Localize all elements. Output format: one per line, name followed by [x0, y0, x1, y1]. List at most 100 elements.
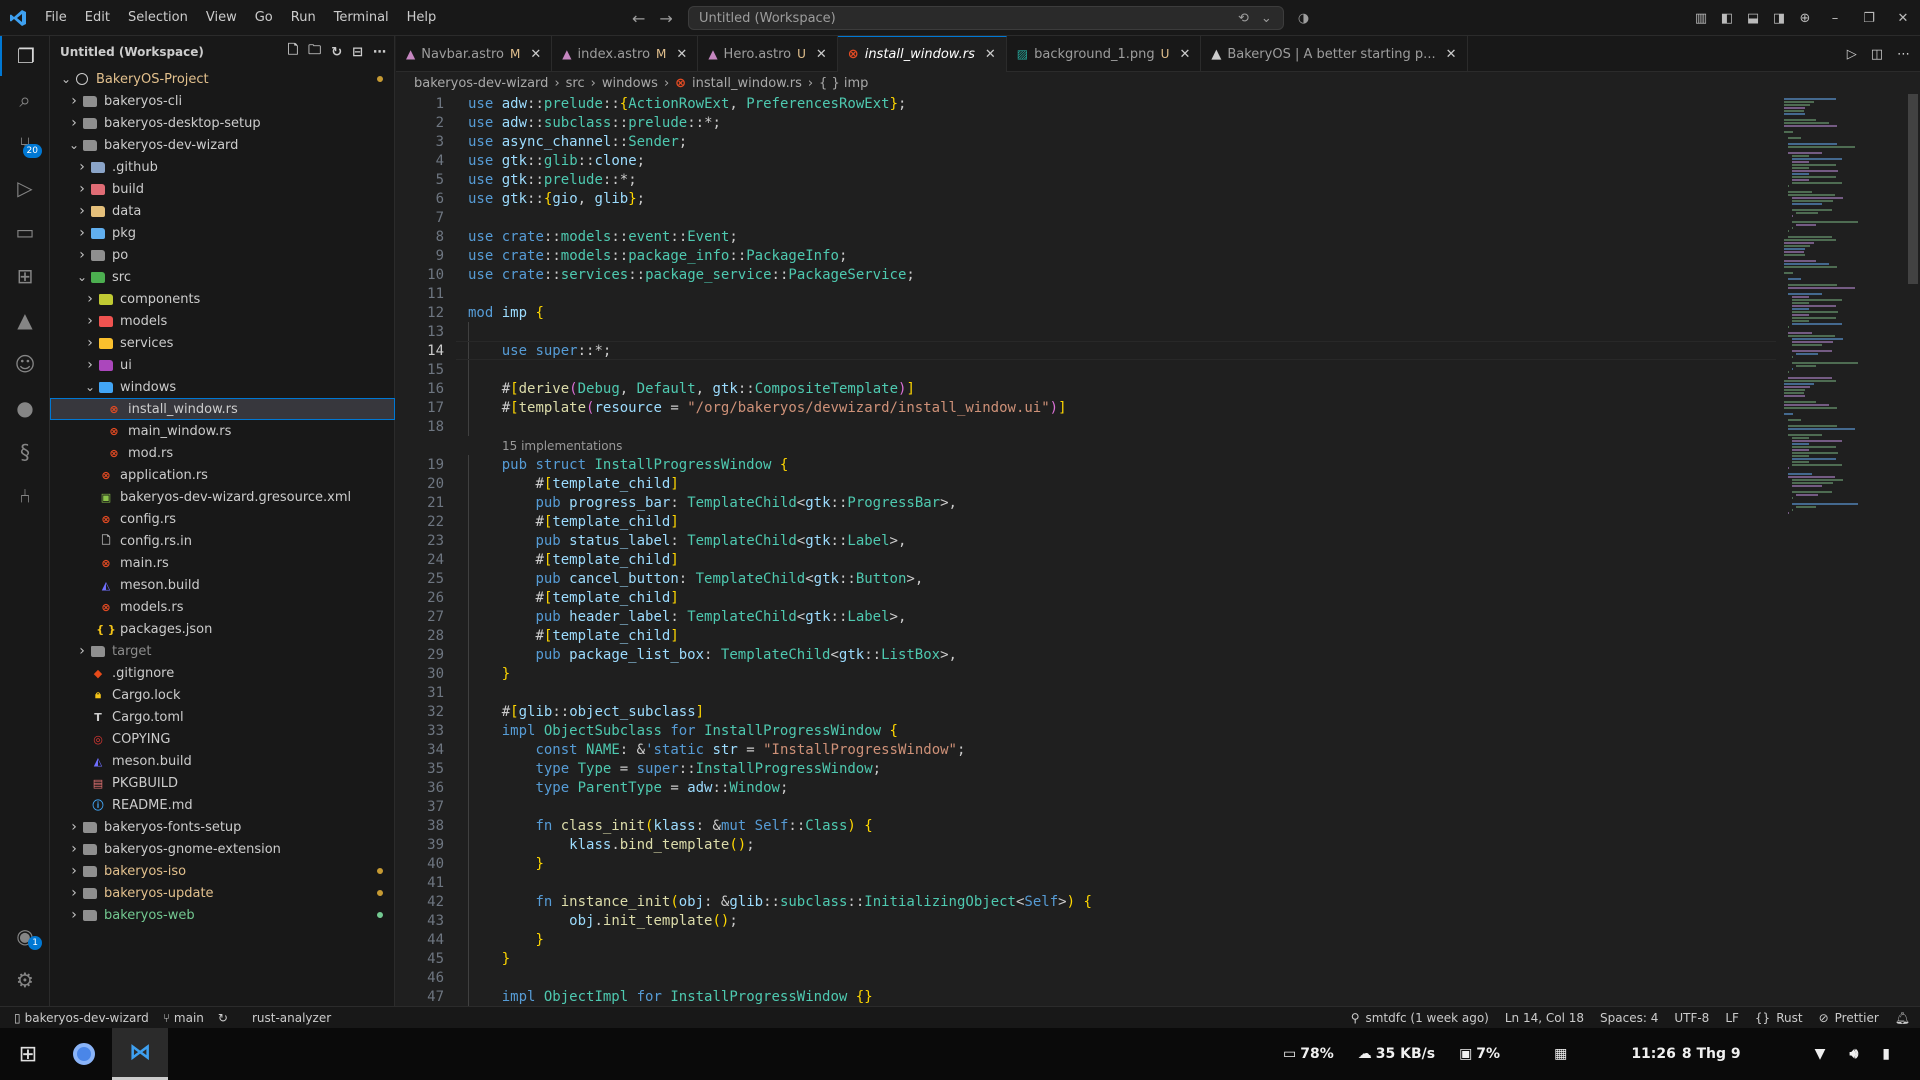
tree-item[interactable]: › bakeryos-fonts-setup [50, 816, 395, 838]
tree-item[interactable]: › bakeryos-gnome-extension [50, 838, 395, 860]
status-language-server[interactable]: rust-analyzer [252, 1011, 331, 1025]
tree-item[interactable]: › ui [50, 354, 395, 376]
close-window-icon[interactable]: ✕ [1886, 11, 1920, 26]
git-graph-icon[interactable]: ⑃ [0, 476, 50, 516]
tree-item[interactable]: 🔒︎ Cargo.lock [50, 684, 395, 706]
code-editor[interactable]: 1 use adw::prelude::{ActionRowExt, Prefer… [396, 94, 1776, 1006]
status-eol[interactable]: LF [1725, 1011, 1739, 1025]
code-line[interactable]: 9 use crate::models::package_info::Packag… [396, 246, 1776, 265]
more-actions-icon[interactable]: ⋯ [373, 45, 386, 60]
menu-edit[interactable]: Edit [76, 0, 119, 36]
tree-item[interactable]: ▣ bakeryos-dev-wizard.gresource.xml [50, 486, 395, 508]
breadcrumb-item[interactable]: { } imp [819, 76, 868, 91]
code-line[interactable]: 12 mod imp { [396, 303, 1776, 322]
close-icon[interactable]: ✕ [816, 47, 827, 62]
breadcrumb-item[interactable]: install_window.rs [692, 76, 802, 91]
menu-view[interactable]: View [197, 0, 246, 36]
tree-item[interactable]: ⌄ bakeryos-dev-wizard [50, 134, 395, 156]
editor-tab[interactable]: ▲ Hero.astro U ✕ [698, 36, 838, 72]
breadcrumb-item[interactable]: windows [602, 76, 658, 91]
code-line[interactable]: 24 #[template_child] [396, 550, 1776, 569]
code-line[interactable]: 20 #[template_child] [396, 474, 1776, 493]
code-line[interactable]: 46 [396, 968, 1776, 987]
code-line[interactable]: 44 } [396, 930, 1776, 949]
app-grid-icon[interactable]: ⊞ [0, 1028, 56, 1080]
code-line[interactable]: 32 #[glib::object_subclass] [396, 702, 1776, 721]
tree-item[interactable]: › components [50, 288, 395, 310]
status-git-blame[interactable]: smtdfc (1 week ago) [1365, 1011, 1488, 1025]
vscode-taskbar-icon[interactable]: ⋈ [112, 1028, 168, 1080]
tree-item[interactable]: T Cargo.toml [50, 706, 395, 728]
tree-item[interactable]: ▤ PKGBUILD [50, 772, 395, 794]
code-line[interactable]: 39 klass.bind_template(); [396, 835, 1776, 854]
maximize-icon[interactable]: ❐ [1852, 11, 1886, 26]
globe-icon[interactable]: ⊕ [1792, 11, 1818, 26]
code-line[interactable]: 10 use crate::services::package_service::… [396, 265, 1776, 284]
code-line[interactable]: 19 pub struct InstallProgressWindow { [396, 455, 1776, 474]
scrollbar-thumb[interactable] [1908, 94, 1918, 284]
tree-item[interactable]: › .github [50, 156, 395, 178]
code-line[interactable]: 34 const NAME: &'static str = "InstallPr… [396, 740, 1776, 759]
code-line[interactable]: 41 [396, 873, 1776, 892]
code-line[interactable]: 29 pub package_list_box: TemplateChild<g… [396, 645, 1776, 664]
search-icon[interactable]: ⌕ [0, 80, 50, 120]
code-line[interactable]: 35 type Type = super::InstallProgressWin… [396, 759, 1776, 778]
new-file-icon[interactable]: 🗋 [288, 41, 298, 63]
menu-help[interactable]: Help [398, 0, 446, 36]
tree-item[interactable]: › models [50, 310, 395, 332]
more-actions-icon[interactable]: ⋯ [1897, 47, 1910, 62]
tree-item[interactable]: ⌄ windows [50, 376, 395, 398]
python-icon[interactable]: § [0, 432, 50, 472]
forward-arrow-icon[interactable]: → [659, 9, 672, 28]
tree-item[interactable]: ⊗ main_window.rs [50, 420, 395, 442]
remote-icon[interactable]: ▯ [14, 1011, 21, 1025]
tree-item[interactable]: ⊗ mod.rs [50, 442, 395, 464]
source-control-icon[interactable]: ⑂ 20 [0, 124, 50, 164]
toggle-panel-icon[interactable]: ⬓ [1740, 11, 1766, 26]
volume-icon[interactable]: 🔊︎ [1849, 1046, 1858, 1062]
close-icon[interactable]: ✕ [530, 47, 541, 62]
tree-item[interactable]: ◭ meson.build [50, 574, 395, 596]
tree-item[interactable]: › bakeryos-update [50, 882, 395, 904]
status-branch[interactable]: main [174, 1011, 204, 1025]
power-icon[interactable]: ▮ [1882, 1046, 1890, 1062]
toggle-secondary-sidebar-icon[interactable]: ◨ [1766, 11, 1792, 26]
tree-item[interactable]: › bakeryos-iso [50, 860, 395, 882]
code-line[interactable]: 26 #[template_child] [396, 588, 1776, 607]
editor-tab[interactable]: ▲ Navbar.astro M ✕ [396, 36, 553, 72]
menu-file[interactable]: File [36, 0, 76, 36]
tree-item[interactable]: ⓘ README.md [50, 794, 395, 816]
status-cursor-position[interactable]: Ln 14, Col 18 [1505, 1011, 1584, 1025]
close-icon[interactable]: ✕ [1446, 47, 1457, 62]
run-debug-icon[interactable]: ▷ [0, 168, 50, 208]
menu-selection[interactable]: Selection [119, 0, 197, 36]
extensions-icon[interactable]: ⊞ [0, 256, 50, 296]
code-line[interactable]: 25 pub cancel_button: TemplateChild<gtk:… [396, 569, 1776, 588]
editor-tab[interactable]: ▲ BakeryOS | A better starting p... ✕ [1201, 36, 1468, 72]
tree-item[interactable]: ◆ .gitignore [50, 662, 395, 684]
command-center[interactable]: Untitled (Workspace) [688, 6, 1284, 30]
code-line[interactable]: 45 } [396, 949, 1776, 968]
workspace-switcher-icon[interactable]: ▦ [1554, 1046, 1567, 1062]
tree-item[interactable]: ⊗ models.rs [50, 596, 395, 618]
tree-item[interactable]: ◎ COPYING [50, 728, 395, 750]
explorer-icon[interactable]: ❐ [0, 36, 50, 76]
run-icon[interactable]: ▷ [1847, 47, 1857, 62]
editor-tab[interactable]: ⊗ install_window.rs ✕ [837, 36, 1007, 72]
code-line[interactable]: 30 } [396, 664, 1776, 683]
tree-item[interactable]: ⊗ install_window.rs [50, 398, 395, 420]
chromium-icon[interactable] [56, 1028, 112, 1080]
code-line[interactable]: 6 use gtk::{gio, glib}; [396, 189, 1776, 208]
code-line[interactable]: 5 use gtk::prelude::*; [396, 170, 1776, 189]
wifi-icon[interactable]: ▼ [1815, 1046, 1826, 1062]
tree-item[interactable]: › services [50, 332, 395, 354]
code-line[interactable]: 16 #[derive(Debug, Default, gtk::Composi… [396, 379, 1776, 398]
code-line[interactable]: 15 [396, 360, 1776, 379]
minimap[interactable] [1776, 94, 1906, 1006]
code-line[interactable]: 33 impl ObjectSubclass for InstallProgre… [396, 721, 1776, 740]
new-folder-icon[interactable]: 🗀 [308, 41, 321, 63]
code-line[interactable]: 22 #[template_child] [396, 512, 1776, 531]
clock-date[interactable]: 8 Thg 9 [1682, 1046, 1741, 1062]
github-icon[interactable]: ● [0, 388, 50, 428]
code-line[interactable]: 3 use async_channel::Sender; [396, 132, 1776, 151]
